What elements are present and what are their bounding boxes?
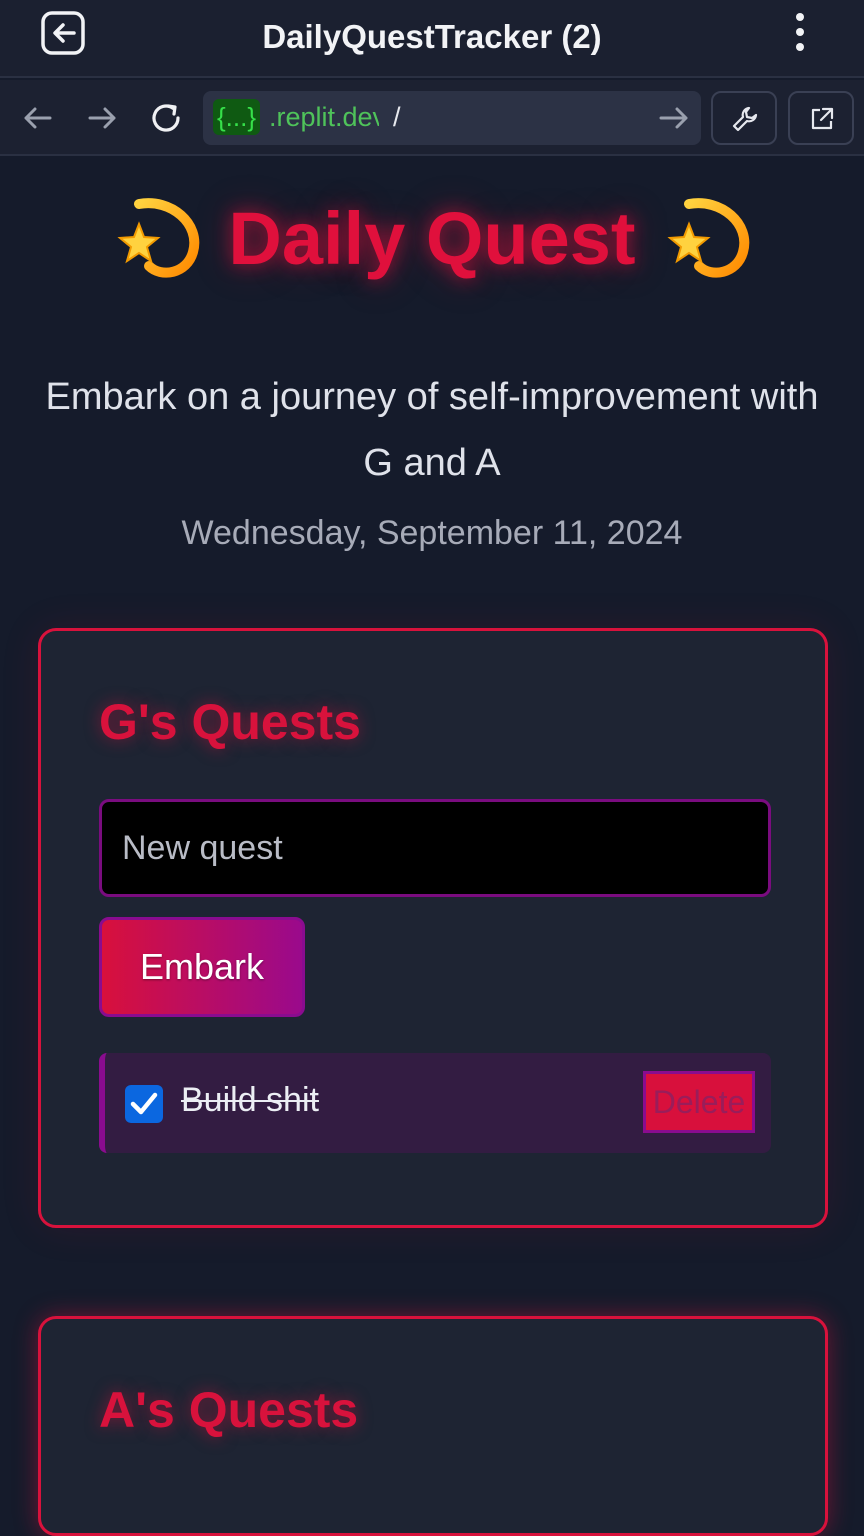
- forward-arrow-icon[interactable]: [82, 98, 122, 138]
- hero-header: Daily Quest: [0, 190, 864, 300]
- app-title: DailyQuestTracker (2): [262, 18, 602, 55]
- open-external-icon: [811, 107, 834, 130]
- new-quest-input[interactable]: [99, 799, 771, 897]
- page-content: Daily Quest Embark on a journey of self-…: [0, 158, 864, 1536]
- devtools-button[interactable]: [711, 91, 777, 145]
- dizzy-star-icon: [117, 198, 200, 278]
- quest-checkbox[interactable]: [125, 1085, 163, 1123]
- a-quests-title: A's Quests: [99, 1382, 359, 1438]
- url-bar: {...} .replit.dev /: [0, 80, 864, 156]
- dizzy-star-icon: [667, 198, 749, 278]
- a-quests-card: A's Quests: [38, 1316, 828, 1536]
- g-quests-card: G's Quests Embark Build shit Delete: [38, 628, 828, 1228]
- replit-badge: {...}: [213, 99, 261, 135]
- current-date: Wednesday, September 11, 2024: [181, 514, 683, 552]
- page-title: Daily Quest: [228, 196, 636, 280]
- reload-icon[interactable]: [146, 98, 186, 138]
- embark-button[interactable]: Embark: [99, 917, 305, 1017]
- checkmark-icon: [130, 1092, 158, 1115]
- url-field[interactable]: {...} .replit.dev /: [203, 91, 701, 145]
- kebab-menu-icon[interactable]: [786, 10, 814, 58]
- delete-quest-button[interactable]: Delete: [643, 1071, 755, 1133]
- open-in-new-tab-button[interactable]: [788, 91, 854, 145]
- url-host: .replit.dev: [269, 102, 379, 132]
- wrench-icon: [732, 106, 758, 132]
- quest-text: Build shit: [181, 1081, 319, 1119]
- go-arrow-icon[interactable]: [655, 99, 693, 137]
- app-bar: DailyQuestTracker (2): [0, 0, 864, 78]
- g-quests-title: G's Quests: [99, 694, 361, 750]
- page-subtitle: Embark on a journey of self-improvement …: [45, 376, 819, 484]
- url-path: /: [393, 102, 401, 132]
- back-arrow-icon[interactable]: [18, 98, 58, 138]
- quest-item: Build shit Delete: [99, 1053, 771, 1153]
